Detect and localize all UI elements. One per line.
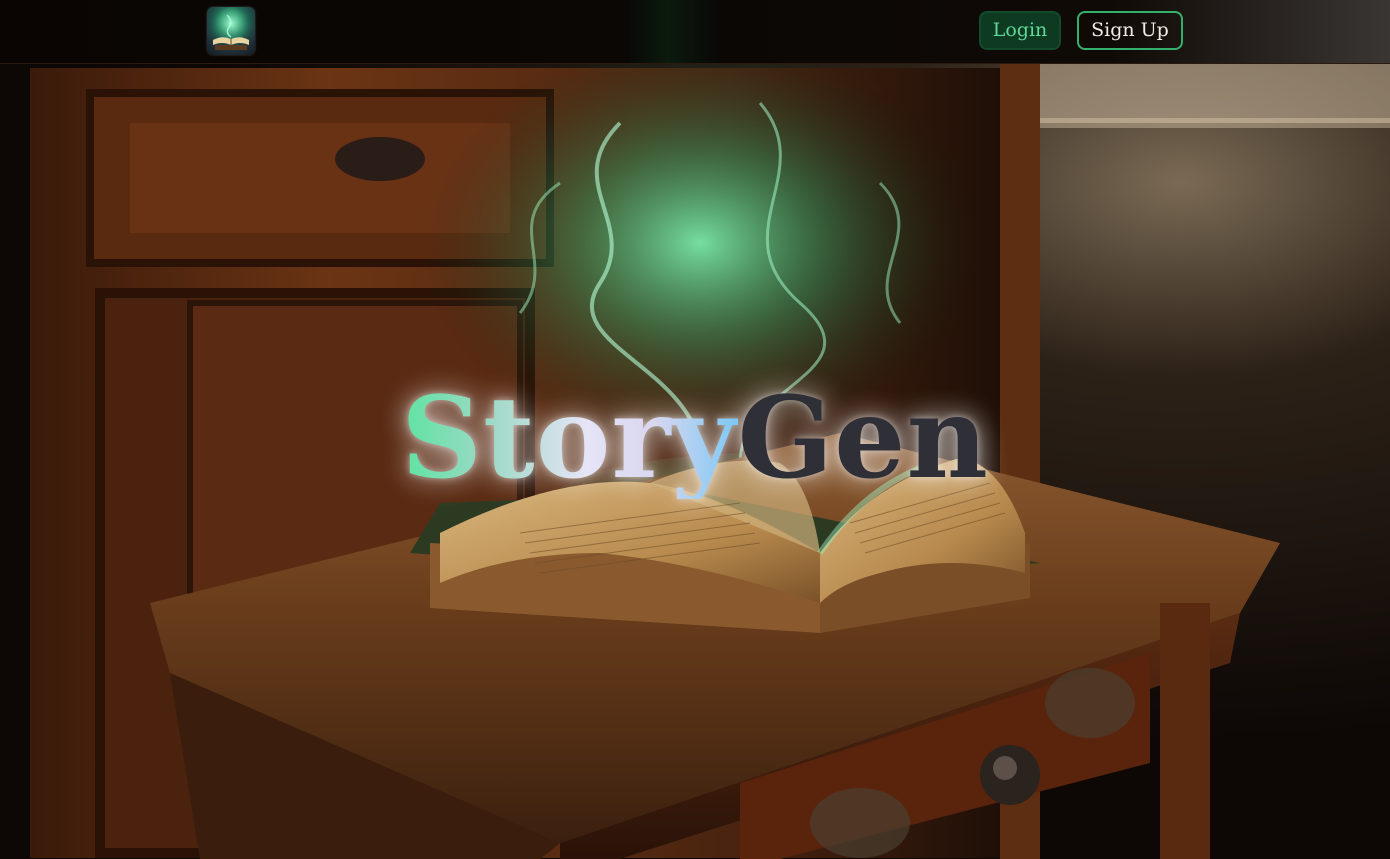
app-root: Login Sign Up StoryGen: [0, 0, 1390, 859]
title-story: Story: [401, 373, 738, 504]
title-gen: Gen: [737, 373, 989, 504]
login-button[interactable]: Login: [979, 11, 1061, 50]
open-book-logo-icon[interactable]: [207, 7, 255, 55]
top-navbar: Login Sign Up: [0, 0, 1390, 64]
sign-up-button[interactable]: Sign Up: [1077, 11, 1183, 50]
hero-section: StoryGen: [0, 63, 1390, 859]
page-title: StoryGen: [0, 379, 1390, 499]
